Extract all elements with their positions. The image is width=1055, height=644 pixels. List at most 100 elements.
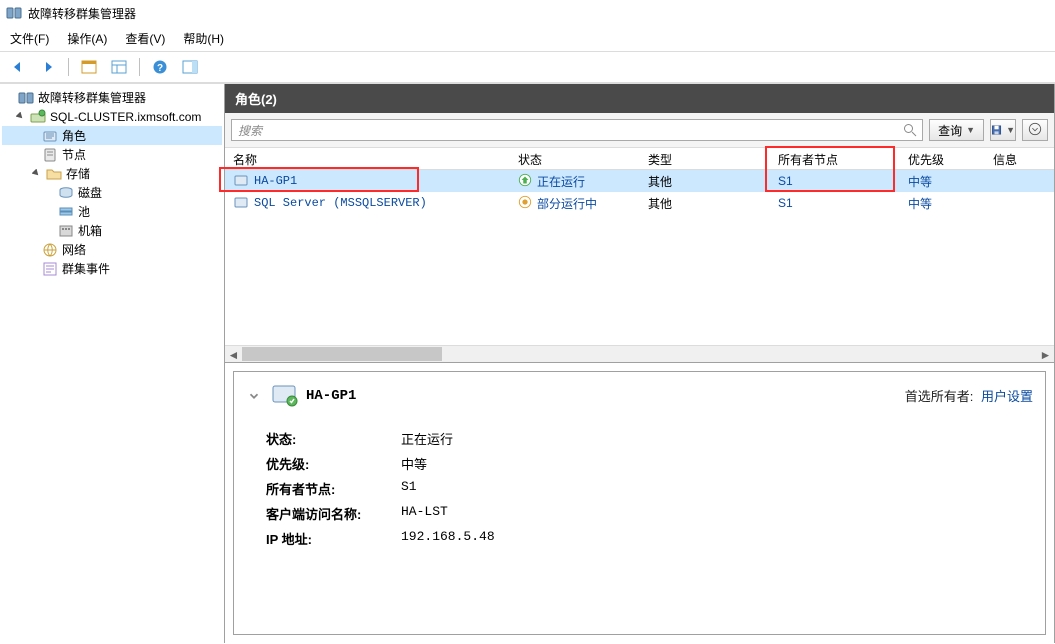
navigation-tree[interactable]: 故障转移群集管理器 SQL-CLUSTER.ixmsoft.com 角色 节点	[0, 84, 225, 643]
properties-button[interactable]	[107, 56, 131, 78]
details-box: HA-GP1 首选所有者: 用户设置 状态: 正在运行 优先级: 中等	[233, 371, 1046, 635]
disk-icon	[58, 185, 74, 201]
cell-name: SQL Server (MSSQLSERVER)	[225, 194, 510, 213]
search-icon	[902, 122, 918, 141]
collapse-icon[interactable]	[246, 388, 262, 404]
preferred-owner-label: 首选所有者:	[905, 389, 974, 404]
details-pane: HA-GP1 首选所有者: 用户设置 状态: 正在运行 优先级: 中等	[225, 363, 1054, 643]
detail-row-ip: IP 地址: 192.168.5.48	[266, 529, 1033, 548]
tree-storage[interactable]: 存储	[2, 164, 222, 183]
expander-icon[interactable]	[14, 111, 26, 123]
column-status[interactable]: 状态	[510, 148, 640, 169]
tree-enclosures-label: 机箱	[78, 222, 102, 239]
menu-file[interactable]: 文件(F)	[10, 30, 49, 47]
tree-networks-label: 网络	[62, 241, 86, 258]
enclosure-icon	[58, 223, 74, 239]
column-info[interactable]: 信息	[985, 148, 1045, 169]
tree-networks[interactable]: 网络	[2, 240, 222, 259]
scroll-right-icon[interactable]: ►	[1037, 346, 1054, 363]
more-options-button[interactable]	[1022, 119, 1048, 141]
expander-icon[interactable]	[30, 168, 42, 180]
preferred-owner-link[interactable]: 用户设置	[981, 389, 1033, 404]
svg-text:?: ?	[157, 63, 163, 74]
query-button-label: 查询	[938, 122, 962, 139]
grid-body: HA-GP1 正在运行 其他 S1 中等	[225, 170, 1054, 345]
action-pane-toggle-button[interactable]	[178, 56, 202, 78]
cell-priority: 中等	[900, 173, 985, 190]
role-icon	[233, 194, 249, 213]
column-owner[interactable]: 所有者节点	[770, 148, 900, 169]
column-type[interactable]: 类型	[640, 148, 770, 169]
table-row[interactable]: HA-GP1 正在运行 其他 S1 中等	[225, 170, 1054, 192]
menu-action[interactable]: 操作(A)	[67, 30, 107, 47]
panel-header: 角色(2)	[225, 84, 1054, 113]
nodes-icon	[42, 147, 58, 163]
column-priority[interactable]: 优先级	[900, 148, 985, 169]
tree-root[interactable]: 故障转移群集管理器	[2, 88, 222, 107]
role-icon	[233, 172, 249, 191]
horizontal-scrollbar[interactable]: ◄ ►	[225, 345, 1054, 362]
chevron-down-icon: ▼	[1006, 125, 1015, 135]
cell-status: 部分运行中	[510, 195, 640, 212]
search-input[interactable]: 搜索	[231, 119, 923, 141]
detail-label: 状态:	[266, 429, 401, 448]
roles-icon	[42, 128, 58, 144]
query-button[interactable]: 查询 ▼	[929, 119, 984, 141]
column-name[interactable]: 名称	[225, 148, 510, 169]
back-button[interactable]	[6, 56, 30, 78]
forward-button[interactable]	[36, 56, 60, 78]
pool-icon	[58, 204, 74, 220]
tree-roles[interactable]: 角色	[2, 126, 222, 145]
roles-grid: 名称 状态 类型 所有者节点 优先级 信息 HA-GP1	[225, 148, 1054, 363]
tree-events-label: 群集事件	[62, 260, 110, 277]
tree-nodes[interactable]: 节点	[2, 145, 222, 164]
tree-cluster[interactable]: SQL-CLUSTER.ixmsoft.com	[2, 107, 222, 126]
tree-cluster-label: SQL-CLUSTER.ixmsoft.com	[50, 110, 201, 124]
tree-pools[interactable]: 池	[2, 202, 222, 221]
main-split: 故障转移群集管理器 SQL-CLUSTER.ixmsoft.com 角色 节点	[0, 83, 1055, 643]
storage-folder-icon	[46, 166, 62, 182]
details-table: 状态: 正在运行 优先级: 中等 所有者节点: S1 客户端访问名称: HA-L…	[246, 429, 1033, 548]
cluster-manager-icon	[18, 90, 34, 106]
cell-status: 正在运行	[510, 173, 640, 190]
status-partial-icon	[518, 195, 532, 212]
scroll-thumb[interactable]	[242, 347, 442, 361]
menu-help[interactable]: 帮助(H)	[183, 30, 224, 47]
expander-icon[interactable]	[2, 92, 14, 104]
cell-status-text: 部分运行中	[537, 195, 597, 212]
cell-type: 其他	[640, 173, 770, 190]
tree-storage-label: 存储	[66, 165, 90, 182]
detail-label: 所有者节点:	[266, 479, 401, 498]
detail-row-status: 状态: 正在运行	[266, 429, 1033, 448]
cell-owner: S1	[770, 174, 900, 188]
show-hide-console-tree-button[interactable]	[77, 56, 101, 78]
network-icon	[42, 242, 58, 258]
detail-value: S1	[401, 479, 417, 498]
save-button[interactable]: ▼	[990, 119, 1016, 141]
role-large-icon	[270, 380, 298, 411]
toolbar-separator	[139, 58, 140, 76]
tree-roles-label: 角色	[62, 127, 86, 144]
tree-nodes-label: 节点	[62, 146, 86, 163]
detail-value: HA-LST	[401, 504, 448, 523]
tree-enclosures[interactable]: 机箱	[2, 221, 222, 240]
cell-owner: S1	[770, 196, 900, 210]
tree-events[interactable]: 群集事件	[2, 259, 222, 278]
detail-row-owner: 所有者节点: S1	[266, 479, 1033, 498]
detail-value: 正在运行	[401, 429, 453, 448]
chevron-down-circle-icon	[1028, 122, 1042, 139]
detail-label: 客户端访问名称:	[266, 504, 401, 523]
cell-status-text: 正在运行	[537, 173, 585, 190]
tree-disks-label: 磁盘	[78, 184, 102, 201]
table-row[interactable]: SQL Server (MSSQLSERVER) 部分运行中 其他 S1 中等	[225, 192, 1054, 214]
menu-view[interactable]: 查看(V)	[125, 30, 165, 47]
cell-priority: 中等	[900, 195, 985, 212]
grid-header: 名称 状态 类型 所有者节点 优先级 信息	[225, 148, 1054, 170]
preferred-owner: 首选所有者: 用户设置	[905, 386, 1033, 405]
cell-name-text: SQL Server (MSSQLSERVER)	[254, 196, 427, 210]
detail-label: IP 地址:	[266, 529, 401, 548]
status-running-icon	[518, 173, 532, 190]
scroll-left-icon[interactable]: ◄	[225, 346, 242, 363]
help-button[interactable]: ?	[148, 56, 172, 78]
tree-disks[interactable]: 磁盘	[2, 183, 222, 202]
